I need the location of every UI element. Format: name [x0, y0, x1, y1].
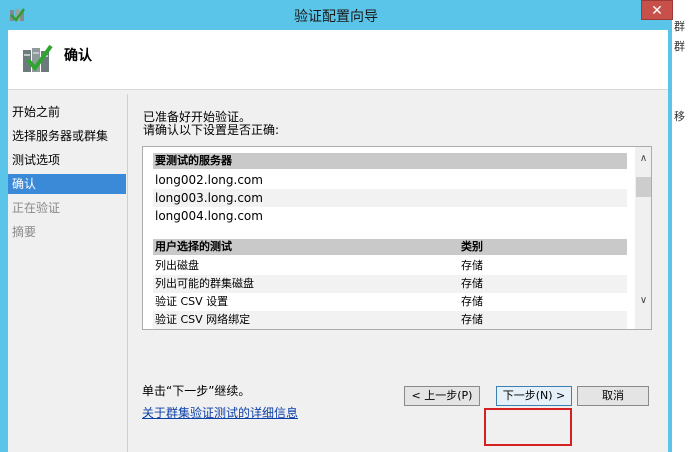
scroll-up-arrow-icon[interactable]: ∧ — [635, 153, 651, 169]
test-row: 验证 CSV 网络绑定 存储 — [153, 311, 627, 329]
test-name: 列出磁盘 — [155, 259, 199, 272]
next-button[interactable]: 下一步(N) > — [496, 386, 572, 406]
close-button[interactable]: ✕ — [641, 0, 673, 20]
validate-check-icon — [23, 44, 53, 72]
nav-item-summary: 摘要 — [12, 225, 37, 239]
test-row: 验证 CSV 设置 存储 — [153, 293, 627, 311]
test-name: 验证 CSV 设置 — [155, 295, 229, 308]
background-window-strip: 群 群 移 — [670, 0, 692, 452]
wizard-header: 确认 — [8, 30, 668, 90]
test-category: 存储 — [461, 259, 483, 272]
nav-item-before-you-begin[interactable]: 开始之前 — [8, 102, 126, 122]
scroll-thumb[interactable] — [636, 177, 651, 197]
window-title: 验证配置向导 — [294, 9, 378, 25]
settings-report-box[interactable]: 要测试的服务器 long002.long.com long003.long.co… — [142, 146, 652, 330]
tests-section-header: 用户选择的测试 类别 — [153, 239, 627, 255]
test-category: 存储 — [461, 313, 483, 326]
next-button-highlight — [484, 408, 572, 446]
servers-section-header: 要测试的服务器 — [153, 153, 627, 169]
report-scrollbar[interactable]: ∧ ∨ — [635, 147, 651, 329]
server-row: long004.long.com — [155, 209, 263, 223]
nav-item-select-servers[interactable]: 选择服务器或群集 — [8, 126, 126, 146]
servers-heading: 要测试的服务器 — [155, 154, 232, 167]
scroll-down-arrow-icon[interactable]: ∨ — [635, 295, 651, 311]
test-category: 存储 — [461, 277, 483, 290]
background-window-text: 移 — [674, 110, 685, 123]
more-info-link[interactable]: 关于群集验证测试的详细信息 — [142, 404, 298, 421]
server-row: long002.long.com — [155, 173, 263, 187]
nav-item-confirmation[interactable]: 确认 — [8, 174, 126, 194]
background-window-text: 群 — [674, 20, 685, 33]
nav-item-validating: 正在验证 — [12, 201, 61, 215]
intro-text-line2: 请确认以下设置是否正确: — [143, 123, 280, 137]
test-name: 验证 CSV 网络绑定 — [155, 313, 251, 326]
wizard-client-area: 确认 开始之前 选择服务器或群集 测试选项 确认 正在验证 摘要 已准备好开始验… — [8, 30, 668, 452]
nav-divider — [127, 94, 128, 452]
test-name: 列出可能的群集磁盘 — [155, 277, 254, 290]
test-row: 列出磁盘 存储 — [153, 257, 627, 275]
nav-item-test-options[interactable]: 测试选项 — [8, 150, 126, 170]
wizard-window: 验证配置向导 ✕ 确认 开始之前 选择服务器或群集 测试选项 确认 正在验证 摘… — [0, 0, 673, 452]
test-category: 存储 — [461, 295, 483, 308]
tests-heading: 用户选择的测试 — [155, 240, 232, 253]
test-row: 列出可能的群集磁盘 存储 — [153, 275, 627, 293]
previous-button[interactable]: < 上一步(P) — [404, 386, 480, 406]
cancel-button[interactable]: 取消 — [577, 386, 649, 406]
server-row: long003.long.com — [153, 189, 627, 207]
wizard-steps-nav: 开始之前 选择服务器或群集 测试选项 确认 正在验证 摘要 — [8, 98, 126, 452]
background-window-text: 群 — [674, 40, 685, 53]
category-heading: 类别 — [461, 240, 483, 253]
page-title: 确认 — [64, 48, 92, 64]
title-bar[interactable]: 验证配置向导 ✕ — [0, 0, 673, 30]
next-hint-text: 单击“下一步”继续。 — [142, 384, 251, 398]
